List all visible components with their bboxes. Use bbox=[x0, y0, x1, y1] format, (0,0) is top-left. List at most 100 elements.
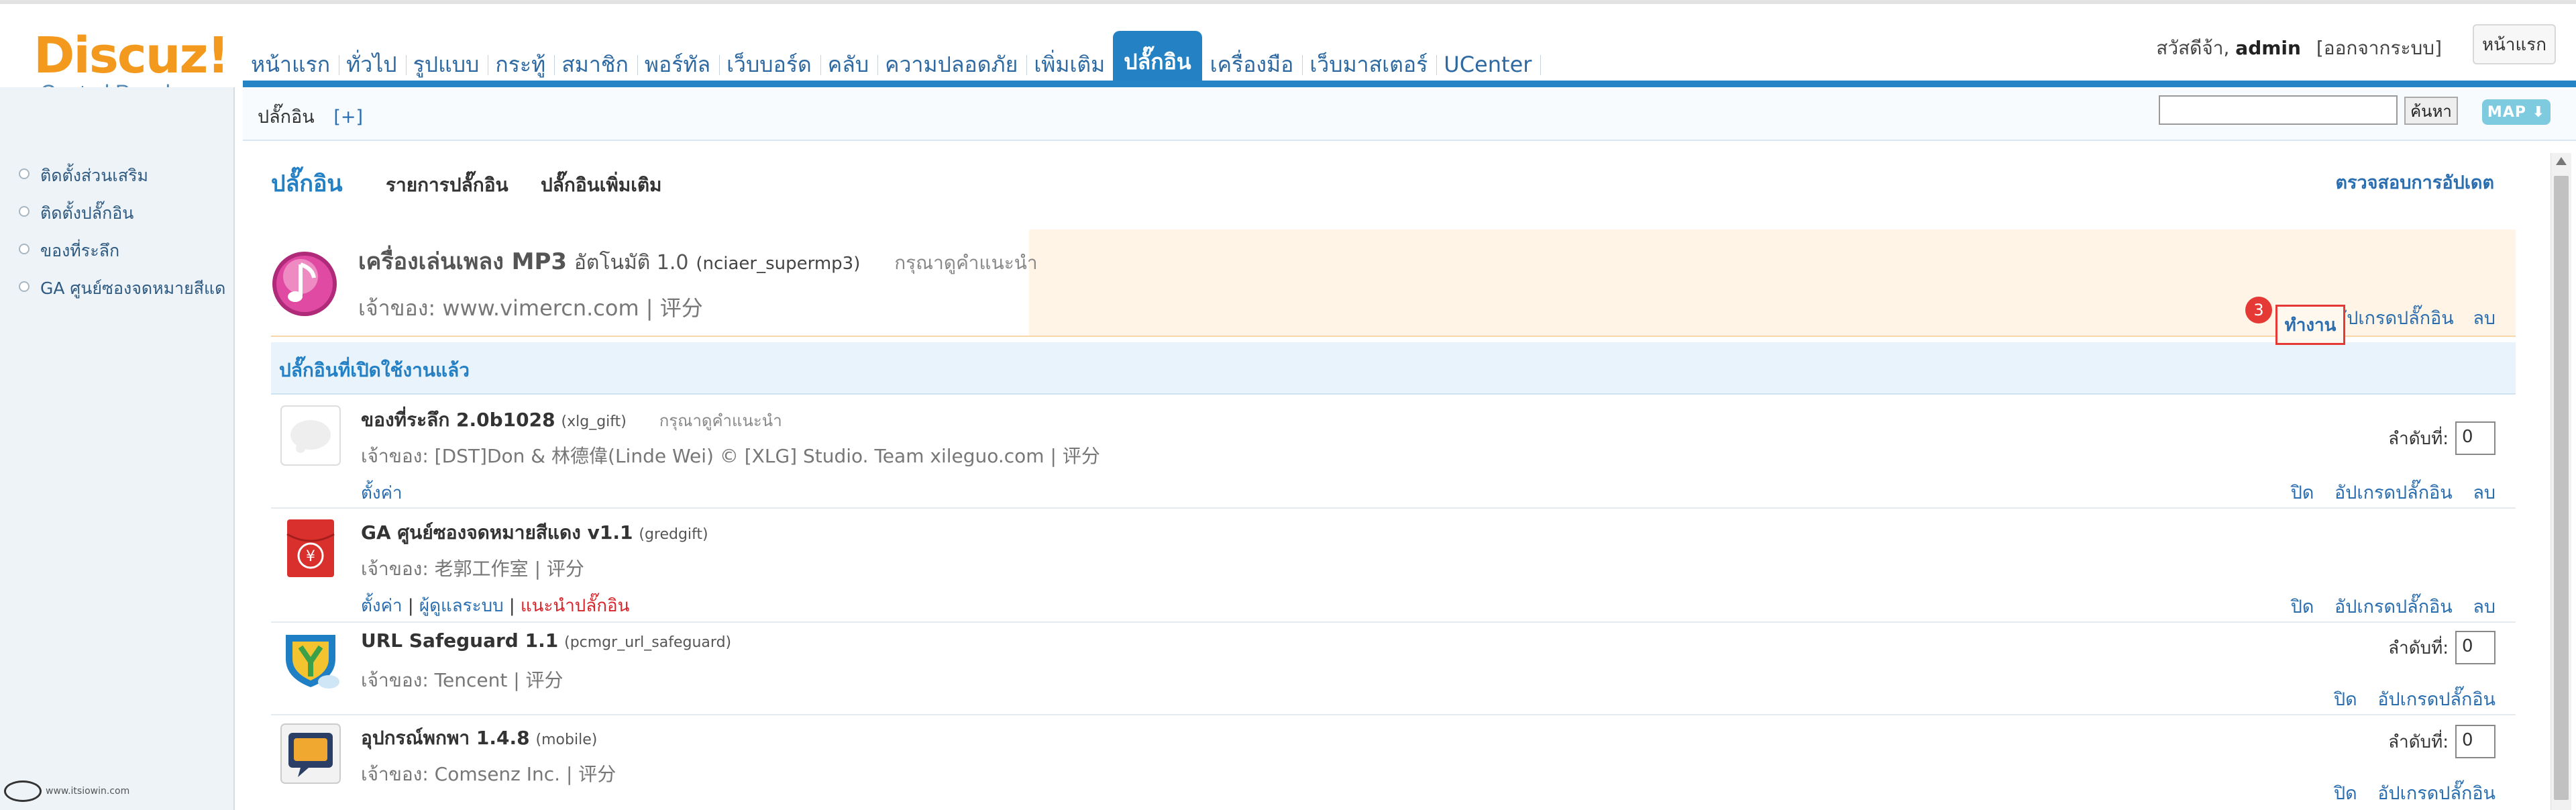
new-plugin-id: (nciaer_supermp3) bbox=[696, 254, 861, 274]
order-field: ลำดับที่: 0 bbox=[2388, 421, 2496, 455]
sidebar-item-gifts[interactable]: ของที่ระลึก bbox=[19, 238, 119, 264]
disable-plugin-link[interactable]: ปิด bbox=[2291, 483, 2314, 503]
disable-plugin-link[interactable]: ปิด bbox=[2291, 597, 2314, 617]
plugin-hint[interactable]: กรุณาดูคำแนะนำ bbox=[659, 411, 782, 430]
new-plugin-owner: เจ้าของ: www.vimercn.com | 评分 bbox=[358, 295, 703, 321]
add-shortcut-link[interactable]: [+] bbox=[333, 107, 363, 128]
delete-plugin-link[interactable]: ลบ bbox=[2473, 483, 2496, 503]
plugin-title: URL Safeguard 1.1 (pcmgr_url_safeguard) bbox=[361, 629, 731, 652]
tab-plugins-title: ปลั๊กอิน bbox=[271, 170, 343, 197]
logo-brand: Discuz! bbox=[34, 27, 229, 85]
plugin-id: (mobile) bbox=[535, 731, 598, 748]
bullet-icon bbox=[19, 281, 30, 292]
new-plugin-hint[interactable]: กรุณาดูคำแนะนำ bbox=[894, 252, 1037, 274]
plugin-name: ของที่ระลึก 2.0b1028 bbox=[361, 409, 555, 431]
breadcrumb-current: ปลั๊กอิน bbox=[258, 107, 315, 128]
order-input[interactable]: 0 bbox=[2455, 631, 2496, 664]
plugin-id: (pcmgr_url_safeguard) bbox=[564, 634, 732, 651]
search-input[interactable] bbox=[2159, 95, 2398, 125]
sidebar-item-install-plugins[interactable]: ติดตั้งปลั๊กอิน bbox=[19, 200, 133, 227]
plugin-owner: เจ้าของ: [DST]Don & 林德偉(Linde Wei) © [XL… bbox=[361, 445, 1100, 467]
plugin-title: อุปกรณ์พกพา 1.4.8 (mobile) bbox=[361, 723, 597, 753]
logout-link[interactable]: [ออกจากระบบ] bbox=[2316, 37, 2442, 59]
nav-underline bbox=[243, 81, 2576, 87]
plugin-actions: ปิด อัปเกรดปลั๊กอิน ลบ bbox=[2276, 592, 2496, 621]
order-field: ลำดับที่: 0 bbox=[2388, 725, 2496, 758]
user-bar: สวัสดีจ้า, admin [ออกจากระบบ] bbox=[2156, 34, 2442, 63]
upgrade-plugin-link[interactable]: อัปเกรดปลั๊กอิน bbox=[2377, 689, 2496, 710]
upgrade-plugin-link[interactable]: อัปเกรดปลั๊กอิน bbox=[2334, 597, 2453, 617]
disable-plugin-link[interactable]: ปิด bbox=[2334, 689, 2357, 710]
bullet-icon bbox=[19, 244, 30, 254]
order-input[interactable]: 0 bbox=[2455, 725, 2496, 758]
plugin-owner: เจ้าของ: 老郭工作室 | 评分 bbox=[361, 558, 584, 580]
section-title: ปลั๊กอินที่เปิดใช้งานแล้ว bbox=[279, 359, 470, 381]
svg-text:¥: ¥ bbox=[306, 548, 315, 565]
bullet-icon bbox=[19, 206, 30, 217]
plugin-owner: เจ้าของ: Tencent | 评分 bbox=[361, 669, 564, 691]
sub-bar: ปลั๊กอิน [+] ค้นหา MAP ⬇ bbox=[243, 87, 2576, 141]
username: admin bbox=[2235, 37, 2301, 59]
plugin-row: ของที่ระลึก 2.0b1028 (xlg_gift) กรุณาดูค… bbox=[271, 396, 2516, 509]
check-update-link[interactable]: ตรวจสอบการอัปเดต bbox=[2335, 168, 2494, 197]
plugin-name: อุปกรณ์พกพา 1.4.8 bbox=[361, 727, 530, 749]
delete-plugin-link[interactable]: ลบ bbox=[2473, 308, 2496, 329]
shield-icon bbox=[286, 635, 339, 689]
recommend-plugin-link[interactable]: แนะนำปลั๊กอิน bbox=[521, 596, 629, 616]
order-input[interactable]: 0 bbox=[2455, 421, 2496, 455]
sidebar-item-redpacket[interactable]: GA ศูนย์ซองจดหมายสีแด bbox=[19, 275, 225, 302]
mobile-device-icon bbox=[280, 723, 341, 784]
header: Discuz! Control Panel หน้าแรก ทั่วไป รูป… bbox=[0, 0, 2576, 105]
disable-plugin-link[interactable]: ปิด bbox=[2334, 783, 2357, 804]
music-note-icon bbox=[272, 252, 337, 316]
plugin-id: (gredgift) bbox=[639, 526, 708, 543]
plugin-title: ของที่ระลึก 2.0b1028 (xlg_gift) กรุณาดูค… bbox=[361, 405, 782, 435]
scrollbar[interactable] bbox=[2551, 153, 2571, 810]
map-button[interactable]: MAP ⬇ bbox=[2482, 99, 2551, 125]
scroll-thumb[interactable] bbox=[2554, 176, 2569, 800]
upgrade-plugin-link[interactable]: อัปเกรดปลั๊กอิน bbox=[2377, 783, 2496, 804]
step-badge: 3 bbox=[2245, 297, 2272, 323]
main-content: ปลั๊กอิน รายการปลั๊กอิน ปลั๊กอินเพิ่มเติ… bbox=[243, 142, 2542, 810]
watermark-logo: www.itsiowin.com bbox=[4, 780, 129, 802]
plugin-title: GA ศูนย์ซองจดหมายสีแดง v1.1 (gredgift) bbox=[361, 518, 708, 548]
sidebar: ติดตั้งส่วนเสริม ติดตั้งปลั๊กอิน ของที่ร… bbox=[0, 87, 235, 810]
tab-more-plugins[interactable]: ปลั๊กอินเพิ่มเติม bbox=[541, 174, 662, 196]
enable-plugin-link[interactable]: ทำงาน bbox=[2275, 305, 2345, 345]
home-button[interactable]: หน้าแรก bbox=[2473, 24, 2556, 64]
gift-placeholder-icon bbox=[280, 405, 341, 466]
nav-plugins[interactable]: ปลั๊กอิน bbox=[1113, 31, 1202, 87]
red-envelope-icon: ¥ bbox=[286, 519, 335, 577]
settings-link[interactable]: ตั้งค่า bbox=[361, 596, 402, 616]
upgrade-plugin-link[interactable]: อัปเกรดปลั๊กอิน bbox=[2336, 308, 2454, 329]
plugin-row: อุปกรณ์พกพา 1.4.8 (mobile) เจ้าของ: Coms… bbox=[271, 715, 2516, 810]
new-plugin-name: เครื่องเล่นเพลง MP3 bbox=[358, 248, 568, 275]
sidebar-item-install-addons[interactable]: ติดตั้งส่วนเสริม bbox=[19, 162, 148, 189]
plugin-name: GA ศูนย์ซองจดหมายสีแดง v1.1 bbox=[361, 521, 633, 544]
tab-bar: ปลั๊กอิน รายการปลั๊กอิน ปลั๊กอินเพิ่มเติ… bbox=[271, 165, 688, 201]
plugin-owner: เจ้าของ: Comsenz Inc. | 评分 bbox=[361, 763, 616, 785]
settings-link[interactable]: ตั้งค่า bbox=[361, 483, 402, 503]
new-plugin-subtitle: อัตโนมัติ 1.0 bbox=[574, 251, 689, 274]
bullet-icon bbox=[19, 168, 30, 179]
scroll-up-arrow-icon[interactable] bbox=[2556, 157, 2567, 165]
search-button[interactable]: ค้นหา bbox=[2404, 97, 2458, 125]
plugin-row: URL Safeguard 1.1 (pcmgr_url_safeguard) … bbox=[271, 623, 2516, 715]
plugin-row: ¥ GA ศูนย์ซองจดหมายสีแดง v1.1 (gredgift)… bbox=[271, 509, 2516, 623]
plugin-id: (xlg_gift) bbox=[561, 413, 627, 430]
enabled-plugins-header: ปลั๊กอินที่เปิดใช้งานแล้ว bbox=[271, 342, 2516, 395]
order-field: ลำดับที่: 0 bbox=[2388, 631, 2496, 664]
new-plugin-row: เครื่องเล่นเพลง MP3 อัตโนมัติ 1.0 (nciae… bbox=[271, 230, 2516, 337]
greeting: สวัสดีจ้า, bbox=[2156, 37, 2230, 59]
tab-plugin-list[interactable]: รายการปลั๊กอิน bbox=[386, 174, 508, 196]
plugin-links: ตั้งค่า bbox=[361, 479, 402, 507]
upgrade-plugin-link[interactable]: อัปเกรดปลั๊กอิน bbox=[2334, 483, 2453, 503]
new-plugin-title: เครื่องเล่นเพลง MP3 อัตโนมัติ 1.0 (nciae… bbox=[358, 243, 1038, 279]
plugin-actions: ปิด อัปเกรดปลั๊กอิน ลบ bbox=[2276, 478, 2496, 507]
watermark-icon bbox=[4, 780, 42, 802]
delete-plugin-link[interactable]: ลบ bbox=[2473, 597, 2496, 617]
nav-separator bbox=[1540, 55, 1542, 75]
admin-link[interactable]: ผู้ดูแลระบบ bbox=[419, 596, 504, 616]
plugin-actions: ปิด อัปเกรดปลั๊กอิน bbox=[2319, 778, 2496, 807]
top-navigation: หน้าแรก ทั่วไป รูปแบบ กระทู้ สมาชิก พอร์… bbox=[243, 27, 1542, 87]
